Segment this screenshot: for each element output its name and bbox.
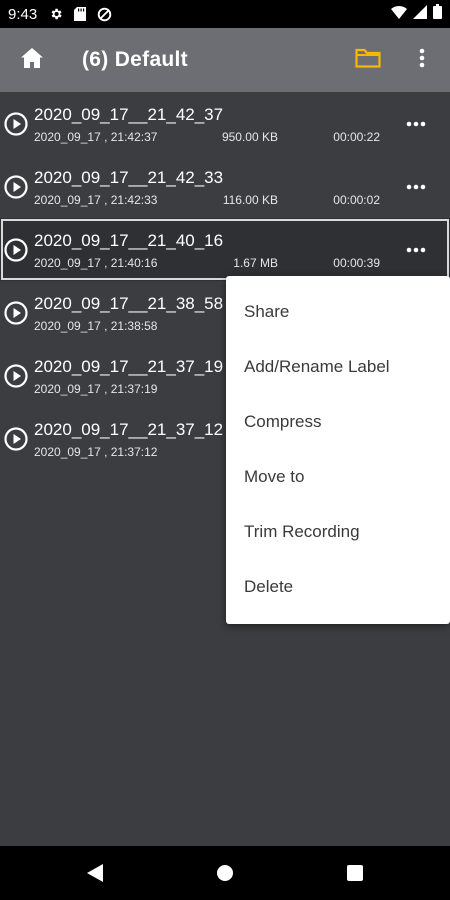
recording-duration: 00:00:22	[333, 130, 380, 144]
menu-item-compress[interactable]: Compress	[226, 394, 450, 449]
play-icon[interactable]	[4, 112, 28, 136]
play-icon[interactable]	[4, 427, 28, 451]
home-circle-icon[interactable]	[212, 860, 238, 886]
play-icon[interactable]	[4, 238, 28, 262]
recording-datetime: 2020_09_17 , 21:40:16	[34, 256, 158, 270]
wifi-icon	[391, 5, 407, 24]
recording-row[interactable]: 2020_09_17__21_42_37 2020_09_17 , 21:42:…	[0, 92, 450, 155]
recording-size: 1.67 MB	[233, 256, 278, 270]
menu-item-add-rename-label[interactable]: Add/Rename Label	[226, 339, 450, 394]
recording-name: 2020_09_17__21_42_37	[34, 105, 224, 124]
recording-datetime: 2020_09_17 , 21:42:33	[34, 193, 158, 207]
recording-name: 2020_09_17__21_40_16	[34, 231, 224, 250]
menu-item-move-to[interactable]: Move to	[226, 449, 450, 504]
more-horiz-icon[interactable]	[400, 177, 432, 197]
data-saver-icon	[95, 5, 113, 23]
recording-name: 2020_09_17__21_38_58	[34, 294, 224, 313]
status-time: 9:43	[8, 5, 38, 23]
recording-name: 2020_09_17__21_42_33	[34, 168, 224, 187]
page-title: (6) Default	[82, 48, 188, 71]
home-button[interactable]	[0, 28, 64, 92]
recording-datetime: 2020_09_17 , 21:37:19	[34, 382, 158, 396]
more-horiz-icon[interactable]	[400, 114, 432, 134]
battery-icon	[433, 4, 442, 24]
more-horiz-icon[interactable]	[400, 240, 432, 260]
more-vert-icon	[419, 48, 425, 73]
recording-duration: 00:00:39	[333, 256, 380, 270]
overflow-menu-button[interactable]	[406, 44, 438, 76]
recents-icon[interactable]	[342, 860, 368, 886]
recording-size: 116.00 KB	[222, 193, 278, 207]
nav-bar	[0, 846, 450, 900]
recording-datetime: 2020_09_17 , 21:42:37	[34, 130, 158, 144]
recording-name: 2020_09_17__21_37_19	[34, 357, 224, 376]
signal-icon	[413, 4, 427, 24]
folder-icon	[355, 48, 381, 73]
recording-size: 950.00 KB	[221, 130, 278, 144]
recording-datetime: 2020_09_17 , 21:37:12	[34, 445, 158, 459]
back-icon[interactable]	[82, 860, 108, 886]
folder-button[interactable]	[350, 44, 386, 76]
gear-icon	[47, 5, 65, 23]
recording-name: 2020_09_17__21_37_12	[34, 420, 224, 439]
play-icon[interactable]	[4, 175, 28, 199]
menu-item-delete[interactable]: Delete	[226, 559, 450, 614]
recording-duration: 00:00:02	[333, 193, 380, 207]
menu-item-share[interactable]: Share	[226, 284, 450, 339]
play-icon[interactable]	[4, 301, 28, 325]
status-bar: 9:43	[0, 0, 450, 28]
recording-row[interactable]: 2020_09_17__21_42_33 2020_09_17 , 21:42:…	[0, 155, 450, 218]
sd-card-icon	[71, 5, 89, 23]
recording-datetime: 2020_09_17 , 21:38:58	[34, 319, 158, 333]
menu-item-trim-recording[interactable]: Trim Recording	[226, 504, 450, 559]
play-icon[interactable]	[4, 364, 28, 388]
app-bar: (6) Default	[0, 28, 450, 92]
recording-row-selected[interactable]: 2020_09_17__21_40_16 2020_09_17 , 21:40:…	[0, 218, 450, 281]
context-menu: Share Add/Rename Label Compress Move to …	[226, 276, 450, 624]
home-icon	[21, 47, 43, 73]
